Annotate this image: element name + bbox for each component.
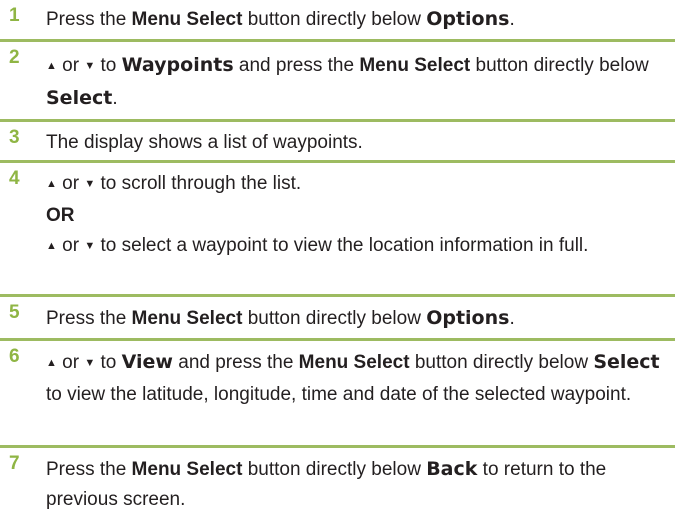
step-number: 5 (9, 302, 20, 323)
step-3: 3 The display shows a list of waypoints. (0, 122, 675, 163)
step-text: Press the Menu Select button directly be… (46, 307, 515, 329)
softkey-label-back: Back (426, 458, 478, 480)
step-number: 3 (9, 127, 20, 148)
down-arrow-icon: ▼ (84, 178, 96, 190)
down-arrow-icon: ▼ (84, 357, 96, 369)
step-text: ▲ or ▼ to scroll through the list. OR ▲ … (0, 169, 675, 263)
or-label: OR (46, 205, 75, 226)
up-arrow-icon: ▲ (46, 357, 57, 369)
down-arrow-icon: ▼ (84, 240, 96, 252)
step-7: 7 Press the Menu Select button directly … (0, 448, 675, 519)
softkey-label-options: Options (426, 307, 510, 329)
step-number: 7 (9, 453, 20, 474)
menu-label-waypoints: Waypoints (121, 54, 234, 76)
up-arrow-icon: ▲ (46, 240, 57, 252)
softkey-label-select: Select (46, 87, 113, 109)
step-5: 5 Press the Menu Select button directly … (0, 297, 675, 341)
menu-label-view: View (121, 351, 173, 373)
softkey-label-select: Select (593, 351, 660, 373)
step-4: 4 ▲ or ▼ to scroll through the list. OR … (0, 163, 675, 297)
step-text: ▲ or ▼ to View and press the Menu Select… (0, 347, 675, 410)
step-number: 4 (9, 168, 20, 189)
step-number: 1 (9, 5, 20, 26)
step-1: 1 Press the Menu Select button directly … (0, 0, 675, 42)
up-arrow-icon: ▲ (46, 178, 57, 190)
step-text: Press the Menu Select button directly be… (46, 8, 515, 30)
down-arrow-icon: ▼ (84, 60, 96, 72)
step-text: Press the Menu Select button directly be… (46, 458, 607, 510)
softkey-label-options: Options (426, 8, 510, 30)
up-arrow-icon: ▲ (46, 60, 57, 72)
step-6: 6 ▲ or ▼ to View and press the Menu Sele… (0, 341, 675, 448)
step-number: 6 (9, 346, 20, 367)
step-2: 2 ▲ or ▼ to Waypoints and press the Menu… (0, 42, 675, 122)
step-text: The display shows a list of waypoints. (46, 132, 363, 153)
step-number: 2 (9, 47, 20, 68)
instruction-steps: 1 Press the Menu Select button directly … (0, 0, 675, 519)
step-text: ▲ or ▼ to Waypoints and press the Menu S… (0, 50, 675, 114)
